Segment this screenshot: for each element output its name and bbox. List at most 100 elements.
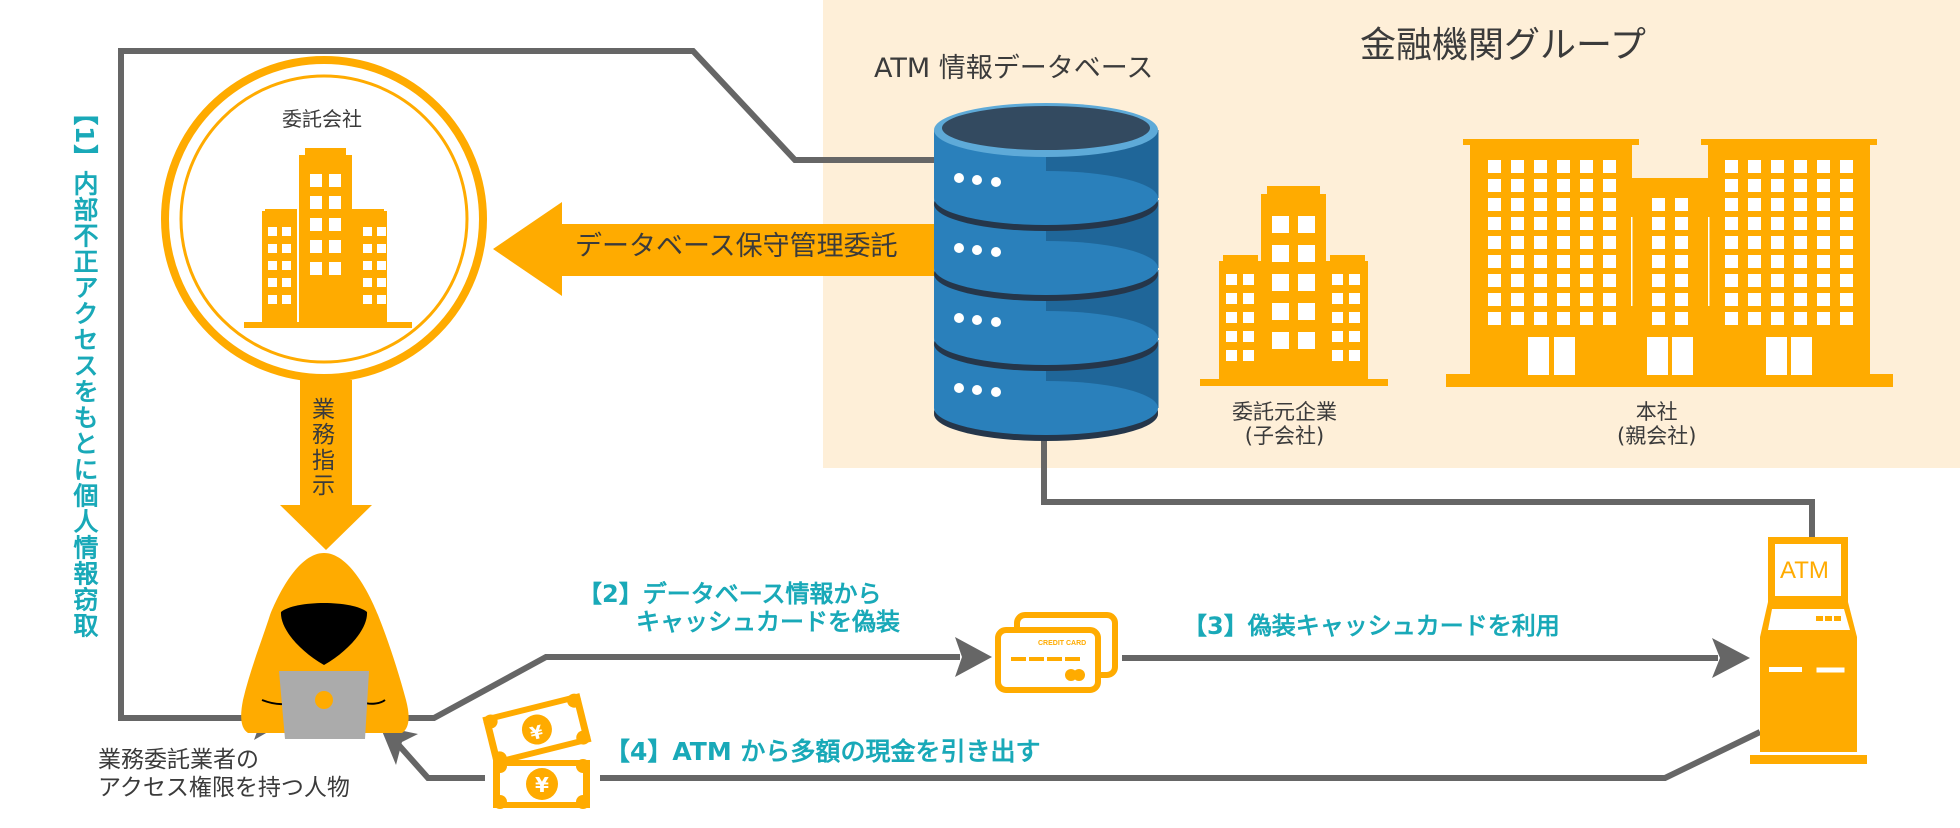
window bbox=[310, 240, 322, 253]
window bbox=[1840, 293, 1853, 306]
window bbox=[282, 261, 291, 270]
window bbox=[1725, 179, 1738, 192]
window bbox=[1534, 312, 1547, 325]
window bbox=[363, 295, 372, 304]
window bbox=[1652, 255, 1665, 268]
window bbox=[1675, 312, 1688, 325]
database-disk-bottom bbox=[934, 311, 1158, 365]
window bbox=[1557, 312, 1570, 325]
window bbox=[1771, 160, 1784, 173]
database-disk-bottom bbox=[934, 381, 1158, 435]
window bbox=[1488, 160, 1501, 173]
door bbox=[1554, 337, 1575, 375]
window bbox=[1580, 160, 1593, 173]
window bbox=[1488, 293, 1501, 306]
person-label-line2: アクセス権限を持つ人物 bbox=[98, 774, 350, 801]
step2-label-line1: 【2】データベース情報から bbox=[578, 580, 882, 608]
arrowhead-to-card bbox=[955, 637, 992, 677]
window bbox=[1243, 312, 1254, 323]
database-led bbox=[954, 173, 964, 183]
headquarters-label: 本社 (親会社) bbox=[1617, 400, 1696, 448]
database-led bbox=[954, 243, 964, 253]
window bbox=[1243, 293, 1254, 304]
window bbox=[1349, 293, 1360, 304]
window bbox=[1243, 331, 1254, 342]
window bbox=[1511, 160, 1524, 173]
database-led bbox=[972, 385, 982, 395]
window bbox=[1534, 236, 1547, 249]
window bbox=[1603, 179, 1616, 192]
window bbox=[377, 227, 386, 236]
window bbox=[310, 196, 322, 209]
window bbox=[1771, 312, 1784, 325]
window bbox=[1794, 236, 1807, 249]
window bbox=[1817, 217, 1830, 230]
window bbox=[1580, 312, 1593, 325]
window bbox=[377, 244, 386, 253]
window bbox=[1603, 255, 1616, 268]
database-led bbox=[991, 387, 1001, 397]
window bbox=[1725, 293, 1738, 306]
window bbox=[1557, 293, 1570, 306]
step2-label: 【2】データベース情報から キャッシュカードを偽装 bbox=[578, 580, 900, 637]
subsidiary-label: 委託元企業 (子会社) bbox=[1232, 400, 1337, 448]
window bbox=[363, 261, 372, 270]
window bbox=[1534, 198, 1547, 211]
window bbox=[329, 174, 341, 187]
database-led bbox=[972, 315, 982, 325]
window bbox=[1534, 274, 1547, 287]
database-disk-bottom bbox=[934, 241, 1158, 295]
maintenance-arrow-label: データベース保守管理委託 bbox=[575, 231, 898, 262]
window bbox=[1488, 312, 1501, 325]
window bbox=[1511, 236, 1524, 249]
window bbox=[1817, 236, 1830, 249]
database-led bbox=[991, 247, 1001, 257]
window bbox=[1840, 274, 1853, 287]
database-led bbox=[972, 245, 982, 255]
window bbox=[1652, 198, 1665, 211]
window bbox=[1243, 350, 1254, 361]
window bbox=[329, 240, 341, 253]
window bbox=[1840, 198, 1853, 211]
window bbox=[310, 262, 322, 275]
window bbox=[1298, 274, 1315, 291]
window bbox=[1298, 245, 1315, 262]
window bbox=[1675, 293, 1688, 306]
headquarters-label-line2: (親会社) bbox=[1617, 424, 1697, 449]
window bbox=[1557, 217, 1570, 230]
window bbox=[1488, 274, 1501, 287]
window bbox=[1488, 236, 1501, 249]
window bbox=[1725, 312, 1738, 325]
window bbox=[1332, 331, 1343, 342]
window bbox=[329, 218, 341, 231]
person-label-line1: 業務委託業者の bbox=[98, 747, 259, 773]
window bbox=[1771, 179, 1784, 192]
window bbox=[1725, 198, 1738, 211]
window bbox=[1840, 160, 1853, 173]
window bbox=[1725, 217, 1738, 230]
window bbox=[1725, 255, 1738, 268]
window bbox=[1557, 255, 1570, 268]
atm-screen-text: ATM bbox=[1780, 557, 1829, 584]
window bbox=[1817, 312, 1830, 325]
step1-label: 【1】内部不正アクセスをもとに個人情報窃取 bbox=[70, 100, 99, 639]
window bbox=[1652, 236, 1665, 249]
headquarters-label-line1: 本社 bbox=[1635, 400, 1678, 424]
yen-symbol: ¥ bbox=[535, 773, 549, 797]
window bbox=[1675, 217, 1688, 230]
window bbox=[377, 278, 386, 287]
window bbox=[1488, 198, 1501, 211]
door bbox=[1647, 337, 1668, 375]
step3-label: 【3】偽装キャッシュカードを利用 bbox=[1183, 612, 1560, 640]
window bbox=[1817, 274, 1830, 287]
window bbox=[1226, 331, 1237, 342]
window bbox=[1226, 293, 1237, 304]
window bbox=[282, 227, 291, 236]
window bbox=[1272, 245, 1289, 262]
window bbox=[363, 278, 372, 287]
financial-group-title: 金融機関グループ bbox=[1360, 25, 1646, 66]
window bbox=[329, 262, 341, 275]
window bbox=[1511, 198, 1524, 211]
step4-label: 【4】ATM から多額の現金を引き出す bbox=[605, 737, 1041, 766]
person-label: 業務委託業者の アクセス権限を持つ人物 bbox=[98, 747, 350, 802]
